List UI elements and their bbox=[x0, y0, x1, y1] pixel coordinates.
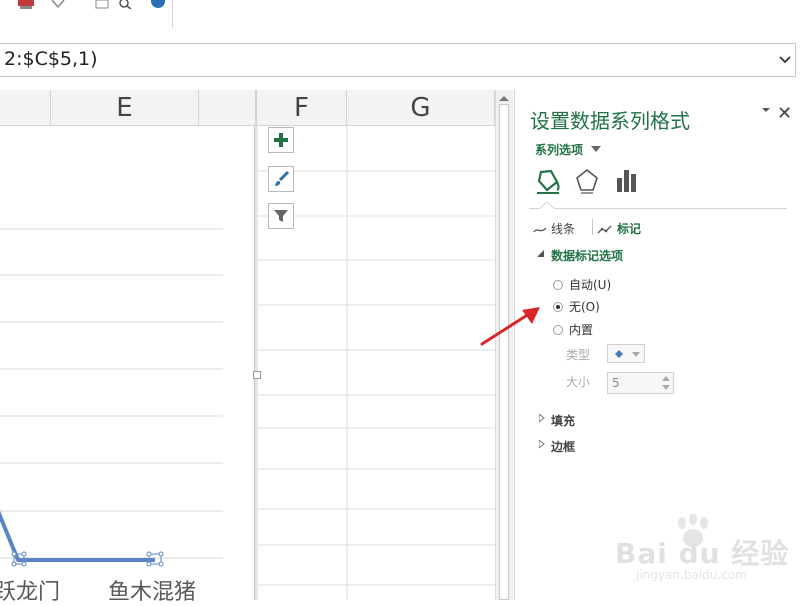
column-headers: E F G bbox=[0, 90, 495, 126]
series-options-dropdown[interactable]: 系列选项 bbox=[535, 141, 583, 158]
effects-pentagon-icon[interactable] bbox=[575, 168, 599, 196]
column-header-g[interactable]: G bbox=[347, 90, 495, 125]
quick-access-toolbar bbox=[0, 0, 800, 28]
help-icon[interactable] bbox=[150, 0, 166, 9]
section-fill[interactable]: 填充 bbox=[551, 412, 575, 429]
radio-none[interactable]: 无(O) bbox=[553, 298, 600, 315]
chart-elements-button[interactable] bbox=[268, 127, 294, 153]
save-icon[interactable] bbox=[18, 0, 34, 9]
brush-icon bbox=[275, 170, 290, 186]
radio-builtin-label: 内置 bbox=[569, 323, 594, 337]
annotation-arrow bbox=[480, 307, 540, 346]
chart-axis-label: 跃龙门 bbox=[0, 580, 61, 605]
subtab-line-label: 线条 bbox=[551, 222, 576, 236]
section-marker-options[interactable]: 数据标记选项 bbox=[551, 247, 623, 264]
radio-button[interactable] bbox=[553, 324, 563, 335]
subtab-line[interactable]: 线条 bbox=[533, 220, 575, 237]
marker-diamond-icon bbox=[615, 350, 623, 358]
column-header[interactable] bbox=[199, 90, 256, 125]
subtab-marker-label: 标记 bbox=[617, 222, 642, 236]
filter-icon bbox=[274, 210, 288, 222]
pane-menu-icon[interactable] bbox=[761, 106, 771, 114]
chevron-down-icon[interactable] bbox=[591, 145, 601, 153]
marker-size-value[interactable]: 5 bbox=[612, 376, 620, 390]
radio-none-label: 无(O) bbox=[569, 300, 600, 314]
chart-filters-button[interactable] bbox=[268, 203, 294, 229]
chevron-down-icon bbox=[632, 352, 640, 357]
line-icon bbox=[533, 227, 547, 232]
chart-resize-handle[interactable] bbox=[253, 371, 261, 379]
radio-button[interactable] bbox=[553, 279, 563, 290]
chart-axis-label: 鱼木混猪 bbox=[108, 580, 197, 605]
tab-pointer bbox=[539, 202, 555, 210]
chevron-down-icon[interactable] bbox=[779, 55, 791, 65]
marker-line-icon bbox=[597, 225, 612, 233]
section-border[interactable]: 边框 bbox=[551, 438, 575, 455]
toolbar-separator bbox=[172, 0, 173, 28]
watermark-text: Bai du 经验 bbox=[615, 537, 790, 570]
search-icon[interactable] bbox=[118, 0, 132, 9]
pane-title: 设置数据系列格式 bbox=[530, 109, 690, 133]
column-header-e[interactable]: E bbox=[51, 90, 199, 125]
close-icon[interactable]: ✕ bbox=[777, 103, 792, 124]
collapsed-triangle-icon[interactable] bbox=[539, 414, 545, 423]
watermark-url: jingyan.baidu.com bbox=[636, 568, 747, 582]
page-icon[interactable] bbox=[95, 0, 109, 9]
spinner-icon[interactable] bbox=[662, 375, 670, 391]
size-label: 大小 bbox=[566, 375, 591, 389]
expanded-triangle-icon[interactable] bbox=[537, 250, 545, 258]
plus-icon bbox=[274, 133, 288, 147]
column-header-f[interactable]: F bbox=[256, 90, 347, 125]
radio-auto-label: 自动(U) bbox=[569, 278, 612, 292]
series-options-bar-icon[interactable] bbox=[615, 168, 639, 196]
chart-resize-edge[interactable] bbox=[254, 126, 258, 600]
scroll-up-icon[interactable] bbox=[498, 94, 510, 102]
radio-builtin[interactable]: 内置 bbox=[553, 321, 593, 338]
marker-type-select[interactable] bbox=[607, 344, 645, 363]
column-header[interactable] bbox=[0, 90, 51, 125]
fill-line-icon[interactable] bbox=[535, 168, 561, 196]
radio-button-selected[interactable] bbox=[553, 301, 563, 312]
subtab-marker[interactable]: 标记 bbox=[597, 220, 641, 237]
chart-area[interactable] bbox=[0, 126, 254, 600]
chart-styles-button[interactable] bbox=[268, 166, 294, 192]
sort-icon[interactable] bbox=[50, 0, 66, 9]
tab-divider bbox=[529, 208, 787, 209]
collapsed-triangle-icon[interactable] bbox=[539, 440, 545, 449]
formula-bar[interactable]: 2:$C$5,1) bbox=[0, 43, 796, 77]
radio-auto[interactable]: 自动(U) bbox=[553, 276, 611, 293]
baidu-watermark: Bai du 经验 jingyan.baidu.com bbox=[612, 512, 800, 600]
line-chart[interactable] bbox=[0, 126, 258, 600]
formula-text[interactable]: 2:$C$5,1) bbox=[4, 48, 98, 70]
type-label: 类型 bbox=[566, 348, 591, 362]
marker-size-input[interactable]: 5 bbox=[607, 372, 674, 394]
subtab-separator bbox=[592, 219, 593, 235]
